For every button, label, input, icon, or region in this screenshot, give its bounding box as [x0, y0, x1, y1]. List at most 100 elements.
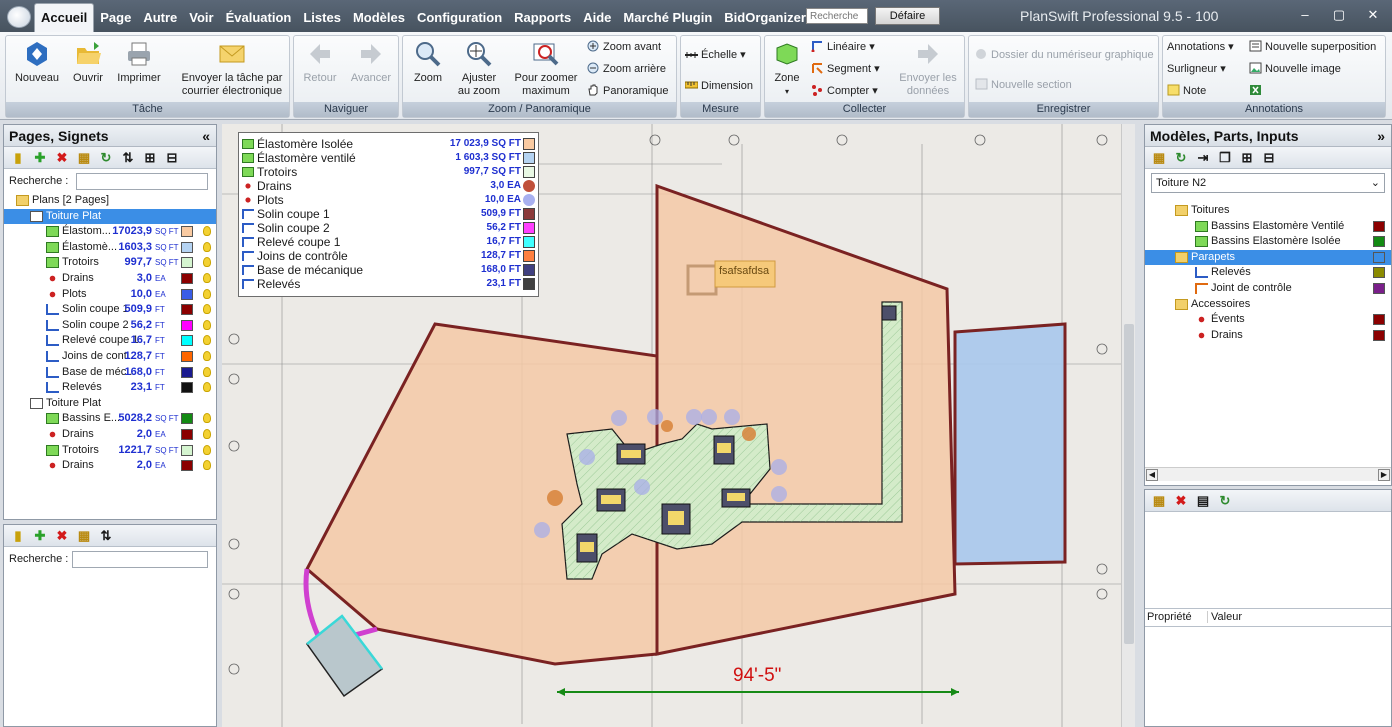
menu-tab-5[interactable]: Listes: [297, 3, 347, 32]
collapse-right-icon[interactable]: »: [1377, 125, 1385, 147]
delete-icon-2[interactable]: ✖: [54, 528, 70, 544]
tree-item-page1_items-1[interactable]: Élastomè... 1603,3 SQ FT: [4, 240, 216, 256]
dossier-numeriseur-button[interactable]: Dossier du numériseur graphique: [975, 46, 1154, 64]
zoom-avant-button[interactable]: Zoom avant: [587, 38, 661, 56]
lineaire-button[interactable]: Linéaire ▾: [811, 38, 875, 56]
tree-page-2[interactable]: Toiture Plat: [4, 396, 216, 412]
menu-tab-9[interactable]: Aide: [577, 3, 617, 32]
model-tree-item[interactable]: Drains: [1145, 328, 1391, 344]
undo-button[interactable]: Défaire: [875, 7, 940, 25]
zoom-max-button[interactable]: Pour zoomer maximum: [511, 40, 581, 98]
model-expand-icon[interactable]: ⊞: [1239, 150, 1255, 166]
menu-tab-3[interactable]: Voir: [183, 3, 219, 32]
zoom-button[interactable]: Zoom: [409, 40, 447, 85]
ajuster-zoom-button[interactable]: Ajuster au zoom: [455, 40, 503, 98]
tree-item-page1_items-5[interactable]: Solin coupe 1 509,9 FT: [4, 302, 216, 318]
zone-button[interactable]: Zone ▾: [769, 40, 805, 98]
minimize-icon[interactable]: –: [1298, 8, 1312, 21]
model-tree-item[interactable]: Joint de contrôle: [1145, 281, 1391, 297]
model-refresh-icon[interactable]: ↻: [1173, 150, 1189, 166]
tree-item-page1_items-0[interactable]: Élastom... 17023,9 SQ FT: [4, 224, 216, 240]
menu-tab-2[interactable]: Autre: [137, 3, 183, 32]
tree-item-page1_items-6[interactable]: Solin coupe 2 56,2 FT: [4, 318, 216, 334]
models-hscrollbar[interactable]: ◀ ▶: [1145, 467, 1391, 481]
drawing-canvas[interactable]: fsafsafdsa 94'-5" Élastomère Isolée 17 02…: [222, 124, 1121, 727]
model-copy-icon[interactable]: ❐: [1217, 150, 1233, 166]
menu-tab-7[interactable]: Configuration: [411, 3, 508, 32]
zoom-arriere-button[interactable]: Zoom arrière: [587, 60, 666, 78]
menu-tab-11[interactable]: BidOrganizer: [718, 3, 812, 32]
properties-icon-2[interactable]: ▦: [76, 528, 92, 544]
dimension-button[interactable]: Dimension: [685, 77, 753, 95]
tree-item-page1_items-10[interactable]: Relevés 23,1 FT: [4, 380, 216, 396]
scroll-left-icon[interactable]: ◀: [1146, 469, 1158, 481]
model-insert-icon[interactable]: ⇥: [1195, 150, 1211, 166]
retour-button[interactable]: Retour: [300, 40, 340, 85]
tree-root[interactable]: Plans [2 Pages]: [4, 193, 216, 209]
roof-area-ventile[interactable]: [953, 322, 1067, 566]
tree-item-page1_items-8[interactable]: Joins de cont... 128,7 FT: [4, 349, 216, 365]
tree-page-1[interactable]: Toiture Plat: [4, 208, 216, 225]
imprimer-button[interactable]: Imprimer: [114, 40, 164, 85]
tree-item-page1_items-9[interactable]: Base de méc... 168,0 FT: [4, 365, 216, 381]
bookmark-icon-2[interactable]: ▮: [10, 528, 26, 544]
collapse-left-icon[interactable]: «: [202, 125, 210, 147]
bookmarks-search-input[interactable]: [72, 550, 209, 568]
envoyer-courriel-button[interactable]: Envoyer la tâche par courrier électroniq…: [176, 40, 288, 98]
add-icon[interactable]: ✚: [32, 150, 48, 166]
segment-button[interactable]: Segment ▾: [811, 60, 880, 78]
sort-icon-2[interactable]: ⇅: [98, 528, 114, 544]
nouvelle-superposition-button[interactable]: Nouvelle superposition: [1249, 38, 1376, 56]
ouvrir-button[interactable]: Ouvrir: [68, 40, 108, 85]
excel-button[interactable]: [1249, 82, 1265, 100]
delete-icon[interactable]: ✖: [54, 150, 70, 166]
nouvelle-image-button[interactable]: Nouvelle image: [1249, 60, 1341, 78]
model-tree-item[interactable]: Parapets: [1145, 249, 1391, 266]
surligneur-button[interactable]: Surligneur ▾: [1167, 60, 1226, 78]
menu-tab-6[interactable]: Modèles: [347, 3, 411, 32]
add-icon-2[interactable]: ✚: [32, 528, 48, 544]
expand-icon[interactable]: ⊞: [142, 150, 158, 166]
tree-item-page2_items-3[interactable]: Drains 2,0 EA: [4, 458, 216, 474]
annotations-button[interactable]: Annotations ▾: [1167, 38, 1234, 56]
echelle-button[interactable]: Échelle ▾: [685, 46, 746, 64]
model-tree-item[interactable]: Toitures: [1145, 203, 1391, 219]
menu-tab-10[interactable]: Marché Plugin: [617, 3, 718, 32]
app-logo-icon[interactable]: [7, 6, 31, 28]
menu-tab-1[interactable]: Page: [94, 3, 137, 32]
tree-item-page2_items-0[interactable]: Bassins E... 5028,2 SQ FT: [4, 411, 216, 427]
parts-properties-icon[interactable]: ▦: [1151, 493, 1167, 509]
tree-item-page1_items-3[interactable]: Drains 3,0 EA: [4, 271, 216, 287]
model-collapse-icon[interactable]: ⊟: [1261, 150, 1277, 166]
compter-button[interactable]: Compter ▾: [811, 82, 878, 100]
canvas-vertical-scrollbar[interactable]: [1121, 124, 1135, 727]
model-select[interactable]: Toiture N2 ⌄: [1151, 173, 1385, 193]
tree-item-page2_items-1[interactable]: Drains 2,0 EA: [4, 427, 216, 443]
scroll-thumb[interactable]: [1124, 324, 1134, 644]
parts-delete-icon[interactable]: ✖: [1173, 493, 1189, 509]
sort-icon[interactable]: ⇅: [120, 150, 136, 166]
note-button[interactable]: Note: [1167, 82, 1206, 100]
parts-list-icon[interactable]: ▤: [1195, 493, 1211, 509]
tree-item-page1_items-7[interactable]: Relevé coupe 1 16,7 FT: [4, 333, 216, 349]
refresh-icon[interactable]: ↻: [98, 150, 114, 166]
menu-tab-0[interactable]: Accueil: [34, 3, 95, 32]
properties-icon[interactable]: ▦: [76, 150, 92, 166]
envoyer-donnees-button[interactable]: Envoyer les données: [895, 40, 961, 98]
nouveau-button[interactable]: Nouveau: [14, 40, 60, 85]
model-tree-item[interactable]: Évents: [1145, 312, 1391, 328]
avancer-button[interactable]: Avancer: [348, 40, 394, 85]
model-tree-item[interactable]: Bassins Elastomère Isolée: [1145, 234, 1391, 250]
nouvelle-section-button[interactable]: Nouvelle section: [975, 76, 1072, 94]
maximize-icon[interactable]: ▢: [1332, 8, 1346, 21]
model-tree-item[interactable]: Accessoires: [1145, 297, 1391, 313]
panoramique-button[interactable]: Panoramique: [587, 82, 668, 100]
close-icon[interactable]: ✕: [1366, 8, 1380, 21]
model-properties-icon[interactable]: ▦: [1151, 150, 1167, 166]
pages-search-input[interactable]: [76, 172, 209, 190]
menu-tab-4[interactable]: Évaluation: [220, 3, 298, 32]
parts-refresh-icon[interactable]: ↻: [1217, 493, 1233, 509]
tree-item-page2_items-2[interactable]: Trotoirs 1221,7 SQ FT: [4, 443, 216, 459]
collapse-icon[interactable]: ⊟: [164, 150, 180, 166]
tree-item-page1_items-4[interactable]: Plots 10,0 EA: [4, 287, 216, 303]
